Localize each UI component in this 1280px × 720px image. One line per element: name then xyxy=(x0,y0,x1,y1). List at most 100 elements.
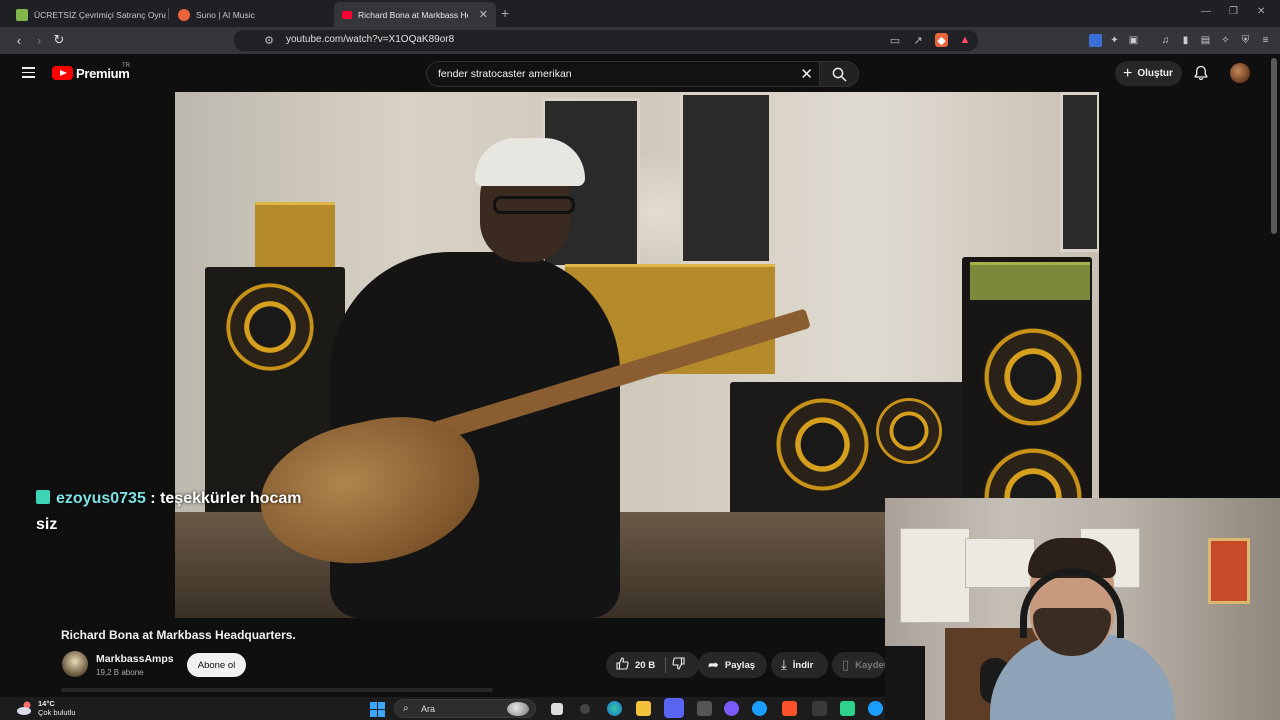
youtube-logo-icon[interactable] xyxy=(52,66,73,80)
leo-ai-icon[interactable]: ✧ xyxy=(1219,34,1232,47)
youtube-favicon-icon xyxy=(342,10,352,19)
speaker-cone xyxy=(983,327,1083,427)
search-input[interactable]: fender stratocaster amerikan ✕ xyxy=(426,61,820,87)
extension-icon[interactable] xyxy=(1089,34,1102,47)
tab-youtube-active[interactable]: Richard Bona at Markbass He ✕ xyxy=(334,2,496,27)
site-settings-icon[interactable]: ⚙ xyxy=(262,33,276,47)
forward-button[interactable]: › xyxy=(31,32,47,48)
taskbar-search-icon: ⌕ xyxy=(403,703,409,714)
new-tab-button[interactable]: + xyxy=(501,5,509,21)
steam-icon[interactable] xyxy=(752,701,767,716)
vpn-icon[interactable]: ⛨ xyxy=(1239,34,1252,47)
cloud-weather-icon[interactable] xyxy=(16,700,34,716)
kitchen-cabinet xyxy=(900,528,970,623)
menu-icon[interactable]: ≡ xyxy=(1259,34,1272,47)
chess-favicon-icon xyxy=(16,8,28,21)
create-label: Oluştur xyxy=(1137,68,1173,79)
notifications-bell-icon[interactable] xyxy=(1193,65,1209,81)
speaker-cone xyxy=(775,397,870,492)
brave-shield-icon[interactable]: ◆ xyxy=(935,33,948,47)
maximize-button[interactable]: ❐ xyxy=(1229,6,1238,17)
tab-title: Suno | AI Music xyxy=(196,9,255,20)
bassist-cap xyxy=(475,138,585,186)
app-icon[interactable] xyxy=(697,701,712,716)
monitor-edge xyxy=(885,646,925,720)
puzzle-icon[interactable]: ✦ xyxy=(1108,34,1121,47)
tab-close-icon[interactable]: ✕ xyxy=(473,8,488,21)
save-label: Kaydet xyxy=(855,659,885,671)
like-count[interactable]: 20 B xyxy=(635,660,655,671)
search-query: fender stratocaster amerikan xyxy=(438,68,572,80)
page-scrollbar[interactable] xyxy=(1271,58,1277,234)
like-divider xyxy=(665,657,667,673)
brave-rewards-icon[interactable]: ▲ xyxy=(958,33,972,47)
tab-title: Richard Bona at Markbass He xyxy=(358,9,468,20)
subscribe-button[interactable]: Abone ol xyxy=(187,653,246,677)
share-label: Paylaş xyxy=(724,659,756,671)
widget-icon[interactable] xyxy=(580,704,590,714)
speaker-cone xyxy=(225,282,315,372)
discord-icon[interactable] xyxy=(664,698,684,718)
subscriber-count: 19,2 B abone xyxy=(96,668,144,677)
amp-head xyxy=(970,262,1090,300)
chat-overlay: ezoyus0735 : teşekkürler hocam siz xyxy=(36,486,326,538)
browser-toolbar: ‹ › ↻ ⚙ youtube.com/watch?v=X1OQaK89or8 … xyxy=(0,27,1280,54)
taskbar-search-label: Ara xyxy=(421,704,436,714)
tab-chess[interactable]: ÜCRETSİZ Çevrimiçi Satranç Oynayın xyxy=(8,2,166,27)
music-icon[interactable]: ♫ xyxy=(1159,34,1172,47)
wallet-icon[interactable]: ▤ xyxy=(1199,34,1212,47)
youtube-header: Premium TR fender stratocaster amerikan … xyxy=(0,54,1280,92)
minimize-button[interactable]: — xyxy=(1201,6,1211,17)
download-icon: ⤓ xyxy=(781,657,787,672)
search-button[interactable] xyxy=(819,61,859,87)
chat-username: ezoyus0735 xyxy=(56,490,146,507)
steam-icon[interactable] xyxy=(868,701,883,716)
search-highlight-icon xyxy=(507,702,529,716)
save-button[interactable]: ▯ Kaydet xyxy=(832,652,885,678)
share-icon[interactable]: ↗ xyxy=(911,33,925,47)
weather-temp: 14°C xyxy=(38,699,55,708)
plus-icon: + xyxy=(1123,64,1133,82)
like-dislike-group: 20 B xyxy=(606,652,699,678)
tab-separator xyxy=(168,8,169,20)
chat-app-icon[interactable] xyxy=(724,701,739,716)
reload-button[interactable]: ↻ xyxy=(51,32,67,48)
taskbar-search[interactable]: ⌕ Ara xyxy=(394,699,536,718)
app-icon[interactable] xyxy=(840,701,855,716)
tab-suno[interactable]: Suno | AI Music xyxy=(170,2,328,27)
share-button[interactable]: ➦ Paylaş xyxy=(698,652,767,678)
create-button[interactable]: + Oluştur xyxy=(1115,61,1182,86)
screenshot-icon[interactable]: ▣ xyxy=(1127,34,1140,47)
chat-badge-icon xyxy=(36,490,50,504)
clear-search-icon[interactable]: ✕ xyxy=(800,65,813,83)
edge-icon[interactable] xyxy=(607,701,622,716)
like-icon[interactable] xyxy=(616,657,629,673)
webcam-overlay xyxy=(885,498,1280,720)
back-button[interactable]: ‹ xyxy=(11,32,27,48)
windows-start-icon[interactable] xyxy=(370,702,385,717)
account-avatar[interactable] xyxy=(1230,63,1250,83)
speaker-cone xyxy=(875,397,943,465)
channel-name[interactable]: MarkbassAmps xyxy=(96,653,174,665)
window-close-button[interactable]: ✕ xyxy=(1257,6,1265,17)
dislike-icon[interactable] xyxy=(672,657,685,673)
brave-browser-icon[interactable] xyxy=(782,701,797,716)
channel-avatar[interactable] xyxy=(62,651,88,677)
hamburger-menu-icon[interactable] xyxy=(22,67,35,78)
cast-icon[interactable]: ▭ xyxy=(888,33,902,47)
file-explorer-icon[interactable] xyxy=(636,701,651,716)
tab-title: ÜCRETSİZ Çevrimiçi Satranç Oynayın xyxy=(34,9,166,20)
suno-favicon-icon xyxy=(178,8,190,21)
download-button[interactable]: ⤓ İndir xyxy=(771,652,828,678)
sidebar-icon[interactable]: ▮ xyxy=(1179,34,1192,47)
wall-poster xyxy=(1060,92,1099,252)
share-arrow-icon: ➦ xyxy=(708,657,719,672)
address-bar[interactable]: ⚙ youtube.com/watch?v=X1OQaK89or8 ▭ ↗ ◆ … xyxy=(234,30,978,51)
description-box[interactable] xyxy=(61,688,493,692)
task-view-icon[interactable] xyxy=(551,703,563,715)
weather-widget[interactable]: 14°C Çok bulutlu xyxy=(38,699,76,717)
app-icon[interactable] xyxy=(812,701,827,716)
browser-tabstrip: ÜCRETSİZ Çevrimiçi Satranç Oynayın Suno … xyxy=(0,0,1280,27)
search-icon xyxy=(832,67,847,82)
kitchen-cabinet xyxy=(965,538,1035,588)
